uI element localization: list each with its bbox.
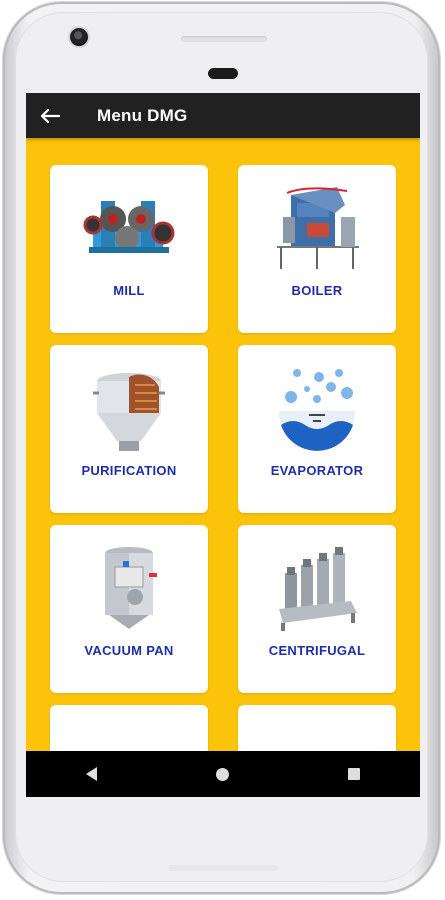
menu-label-vacuum-pan: VACUUM PAN [84,643,174,658]
menu-label-centrifugal: CENTRIFUGAL [268,643,366,658]
system-nav-bar [26,751,420,797]
bottom-speaker-grille [168,865,278,871]
nav-recents-icon [348,768,361,780]
back-button[interactable] [26,93,74,138]
menu-card-boiler[interactable]: BOILER [238,165,396,333]
menu-card-centrifugal[interactable]: CENTRIFUGAL [238,525,396,693]
nav-home-icon [216,767,230,781]
menu-card-vacuum-pan[interactable]: VACUUM PAN [50,525,208,693]
menu-label-evaporator: EVAPORATOR [270,463,364,478]
evaporator-flask-icon [279,369,355,451]
nav-back-icon [86,767,98,781]
app-screen: Menu DMG MILL BOILER PURIFICATION EVAPOR… [26,93,420,797]
arrow-left-icon [40,108,60,123]
menu-label-boiler: BOILER [291,283,343,298]
menu-label-purification: PURIFICATION [81,463,177,478]
vacuum-pan-icon [105,547,157,629]
menu-label-mill: MILL [113,283,145,298]
app-bar: Menu DMG [26,93,420,138]
nav-home-button[interactable] [193,751,253,797]
proximity-sensor [208,68,238,79]
menu-card-purification[interactable]: PURIFICATION [50,345,208,513]
centrifugal-icon [279,547,357,631]
nav-back-button[interactable] [62,751,122,797]
front-camera [70,28,88,46]
boiler-icon [277,187,359,269]
mill-machine-icon [83,201,175,253]
menu-card-mill[interactable]: MILL [50,165,208,333]
purification-tank-icon [93,373,165,451]
top-speaker-grille [181,36,267,42]
page-title: Menu DMG [97,105,188,125]
menu-card-evaporator[interactable]: EVAPORATOR [238,345,396,513]
nav-recents-button[interactable] [324,751,384,797]
